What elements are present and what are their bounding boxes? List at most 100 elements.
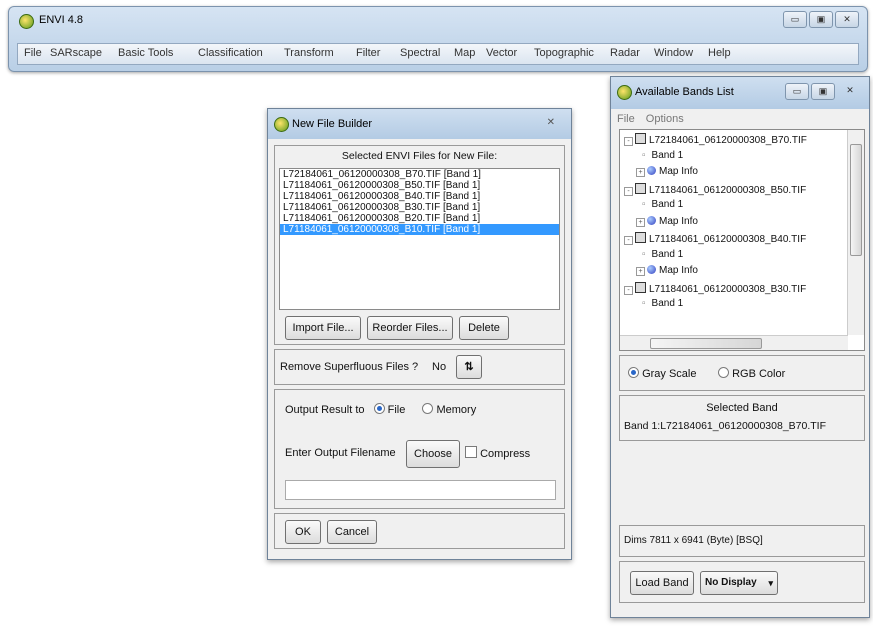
- file-list-item[interactable]: L71184061_06120000308_B30.TIF [Band 1]: [280, 202, 559, 213]
- maximize-icon[interactable]: ▣: [811, 83, 835, 100]
- close-icon[interactable]: ✕: [835, 11, 859, 28]
- tree-mapinfo-node[interactable]: + Map Info: [636, 265, 698, 276]
- file-list-item-selected[interactable]: L71184061_06120000308_B10.TIF [Band 1]: [280, 224, 559, 235]
- file-icon: [635, 182, 646, 194]
- gray-scale-label: Gray Scale: [642, 368, 697, 380]
- menu-file[interactable]: File: [24, 47, 42, 59]
- tree-node-label: L71184061_06120000308_B50.TIF: [649, 184, 807, 196]
- load-band-button[interactable]: Load Band: [630, 571, 694, 595]
- available-bands-list-window: Available Bands List ▭ ▣ ✕ File Options …: [610, 76, 870, 618]
- display-select[interactable]: No Display ▾: [700, 571, 778, 595]
- remove-superfluous-label: Remove Superfluous Files ?: [280, 361, 419, 373]
- ok-button[interactable]: OK: [285, 520, 321, 544]
- expand-icon[interactable]: +: [636, 217, 645, 227]
- close-icon[interactable]: ✕: [547, 117, 555, 128]
- import-file-button[interactable]: Import File...: [285, 316, 361, 340]
- tree-mapinfo-node[interactable]: + Map Info: [636, 215, 698, 227]
- gray-scale-radio[interactable]: [628, 367, 639, 378]
- menu-filter[interactable]: Filter: [356, 47, 380, 59]
- compress-checkbox[interactable]: [465, 446, 477, 458]
- tree-file-node[interactable]: - L72184061_06120000308_B70.TIF: [624, 133, 807, 146]
- minimize-icon[interactable]: ▭: [783, 11, 807, 28]
- new-file-builder-titlebar[interactable]: New File Builder ✕: [268, 109, 571, 139]
- output-filename-label: Enter Output Filename: [285, 447, 396, 459]
- menu-classification[interactable]: Classification: [198, 47, 263, 59]
- scrollbar-thumb[interactable]: [650, 338, 762, 349]
- bands-tree[interactable]: - L72184061_06120000308_B70.TIF ▫ Band 1 + Ma…: [619, 129, 865, 351]
- band-icon: ▫: [642, 149, 646, 161]
- menu-radar[interactable]: Radar: [610, 47, 640, 59]
- tree-node-label: Band 1: [651, 248, 684, 260]
- envi-app-icon: [617, 85, 632, 100]
- tree-band-node[interactable]: ▫ Band 1: [642, 298, 683, 309]
- tree-mapinfo-node[interactable]: + Map Info: [636, 166, 698, 177]
- tree-node-label: Map Info: [659, 215, 698, 227]
- bands-menu-options[interactable]: Options: [646, 113, 684, 125]
- tree-node-label: Map Info: [659, 166, 698, 177]
- expand-icon[interactable]: +: [636, 267, 645, 276]
- menu-sarscape[interactable]: SARscape: [50, 47, 102, 59]
- file-list-item[interactable]: L71184061_06120000308_B50.TIF [Band 1]: [280, 180, 559, 191]
- gray-scale-option[interactable]: Gray Scale: [628, 367, 696, 380]
- menu-vector[interactable]: Vector: [486, 47, 517, 59]
- collapse-icon[interactable]: -: [624, 186, 633, 196]
- envi-app-icon: [274, 117, 289, 132]
- tree-band-node[interactable]: ▫ Band 1: [642, 150, 683, 161]
- menu-transform[interactable]: Transform: [284, 47, 334, 59]
- file-list-item[interactable]: L71184061_06120000308_B20.TIF [Band 1]: [280, 213, 559, 224]
- menu-spectral[interactable]: Spectral: [400, 47, 440, 59]
- menu-window[interactable]: Window: [654, 47, 693, 59]
- tree-vertical-scrollbar[interactable]: [847, 130, 864, 335]
- bands-menu-file[interactable]: File: [617, 113, 635, 125]
- toggle-arrows-icon[interactable]: ⇅: [456, 355, 482, 379]
- output-panel: Output Result to File Memory Enter Outpu…: [274, 389, 565, 509]
- selected-files-list[interactable]: L72184061_06120000308_B70.TIF [Band 1] L…: [279, 168, 560, 310]
- collapse-icon[interactable]: -: [624, 137, 633, 146]
- output-memory-radio[interactable]: [422, 403, 434, 414]
- menu-topographic[interactable]: Topographic: [534, 47, 594, 59]
- close-icon[interactable]: ✕: [837, 83, 863, 98]
- globe-icon: [647, 215, 656, 225]
- output-file-radio[interactable]: [373, 403, 385, 414]
- menu-help[interactable]: Help: [708, 47, 731, 59]
- collapse-icon[interactable]: -: [624, 285, 633, 295]
- menu-map[interactable]: Map: [454, 47, 475, 59]
- output-file-label: File: [387, 404, 406, 416]
- tree-horizontal-scrollbar[interactable]: [620, 335, 848, 350]
- tree-node-label: Band 1: [651, 298, 684, 309]
- rgb-color-radio[interactable]: [718, 367, 729, 378]
- menu-basic-tools[interactable]: Basic Tools: [118, 47, 173, 59]
- scrollbar-thumb[interactable]: [850, 144, 862, 256]
- envi-app-icon: [19, 14, 34, 29]
- remove-superfluous-panel: Remove Superfluous Files ? No ⇅: [274, 349, 565, 385]
- file-list-item[interactable]: L71184061_06120000308_B40.TIF [Band 1]: [280, 191, 559, 202]
- envi-window-controls: ▭ ▣ ✕: [781, 11, 859, 28]
- maximize-icon[interactable]: ▣: [809, 11, 833, 28]
- minimize-icon[interactable]: ▭: [785, 83, 809, 100]
- tree-node-label: Band 1: [651, 199, 684, 210]
- tree-band-node[interactable]: ▫ Band 1: [642, 199, 683, 210]
- color-mode-panel: Gray Scale RGB Color: [619, 355, 865, 391]
- tree-file-node[interactable]: - L71184061_06120000308_B40.TIF: [624, 232, 806, 245]
- tree-file-node[interactable]: - L71184061_06120000308_B50.TIF: [624, 182, 807, 196]
- tree-node-label: L72184061_06120000308_B70.TIF: [649, 135, 807, 146]
- chevron-down-icon: ▾: [768, 578, 773, 588]
- bands-list-titlebar[interactable]: Available Bands List ▭ ▣ ✕: [611, 77, 869, 109]
- bands-list-menubar: File Options: [617, 113, 684, 125]
- globe-icon: [647, 265, 656, 274]
- tree-band-node[interactable]: ▫ Band 1: [642, 249, 683, 260]
- selected-files-panel: Selected ENVI Files for New File: L72184…: [274, 145, 565, 345]
- tree-node-label: L71184061_06120000308_B40.TIF: [649, 234, 807, 245]
- file-list-item[interactable]: L72184061_06120000308_B70.TIF [Band 1]: [280, 169, 559, 180]
- reorder-files-button[interactable]: Reorder Files...: [367, 316, 453, 340]
- choose-button[interactable]: Choose: [406, 440, 460, 468]
- tree-file-node[interactable]: - L71184061_06120000308_B30.TIF: [624, 281, 806, 295]
- expand-icon[interactable]: +: [636, 168, 645, 177]
- collapse-icon[interactable]: -: [624, 236, 633, 245]
- envi-title: ENVI 4.8: [39, 14, 84, 26]
- cancel-button[interactable]: Cancel: [327, 520, 377, 544]
- delete-button[interactable]: Delete: [459, 316, 509, 340]
- rgb-color-option[interactable]: RGB Color: [718, 367, 785, 380]
- output-filename-input[interactable]: [285, 480, 556, 500]
- compress-label: Compress: [480, 448, 531, 460]
